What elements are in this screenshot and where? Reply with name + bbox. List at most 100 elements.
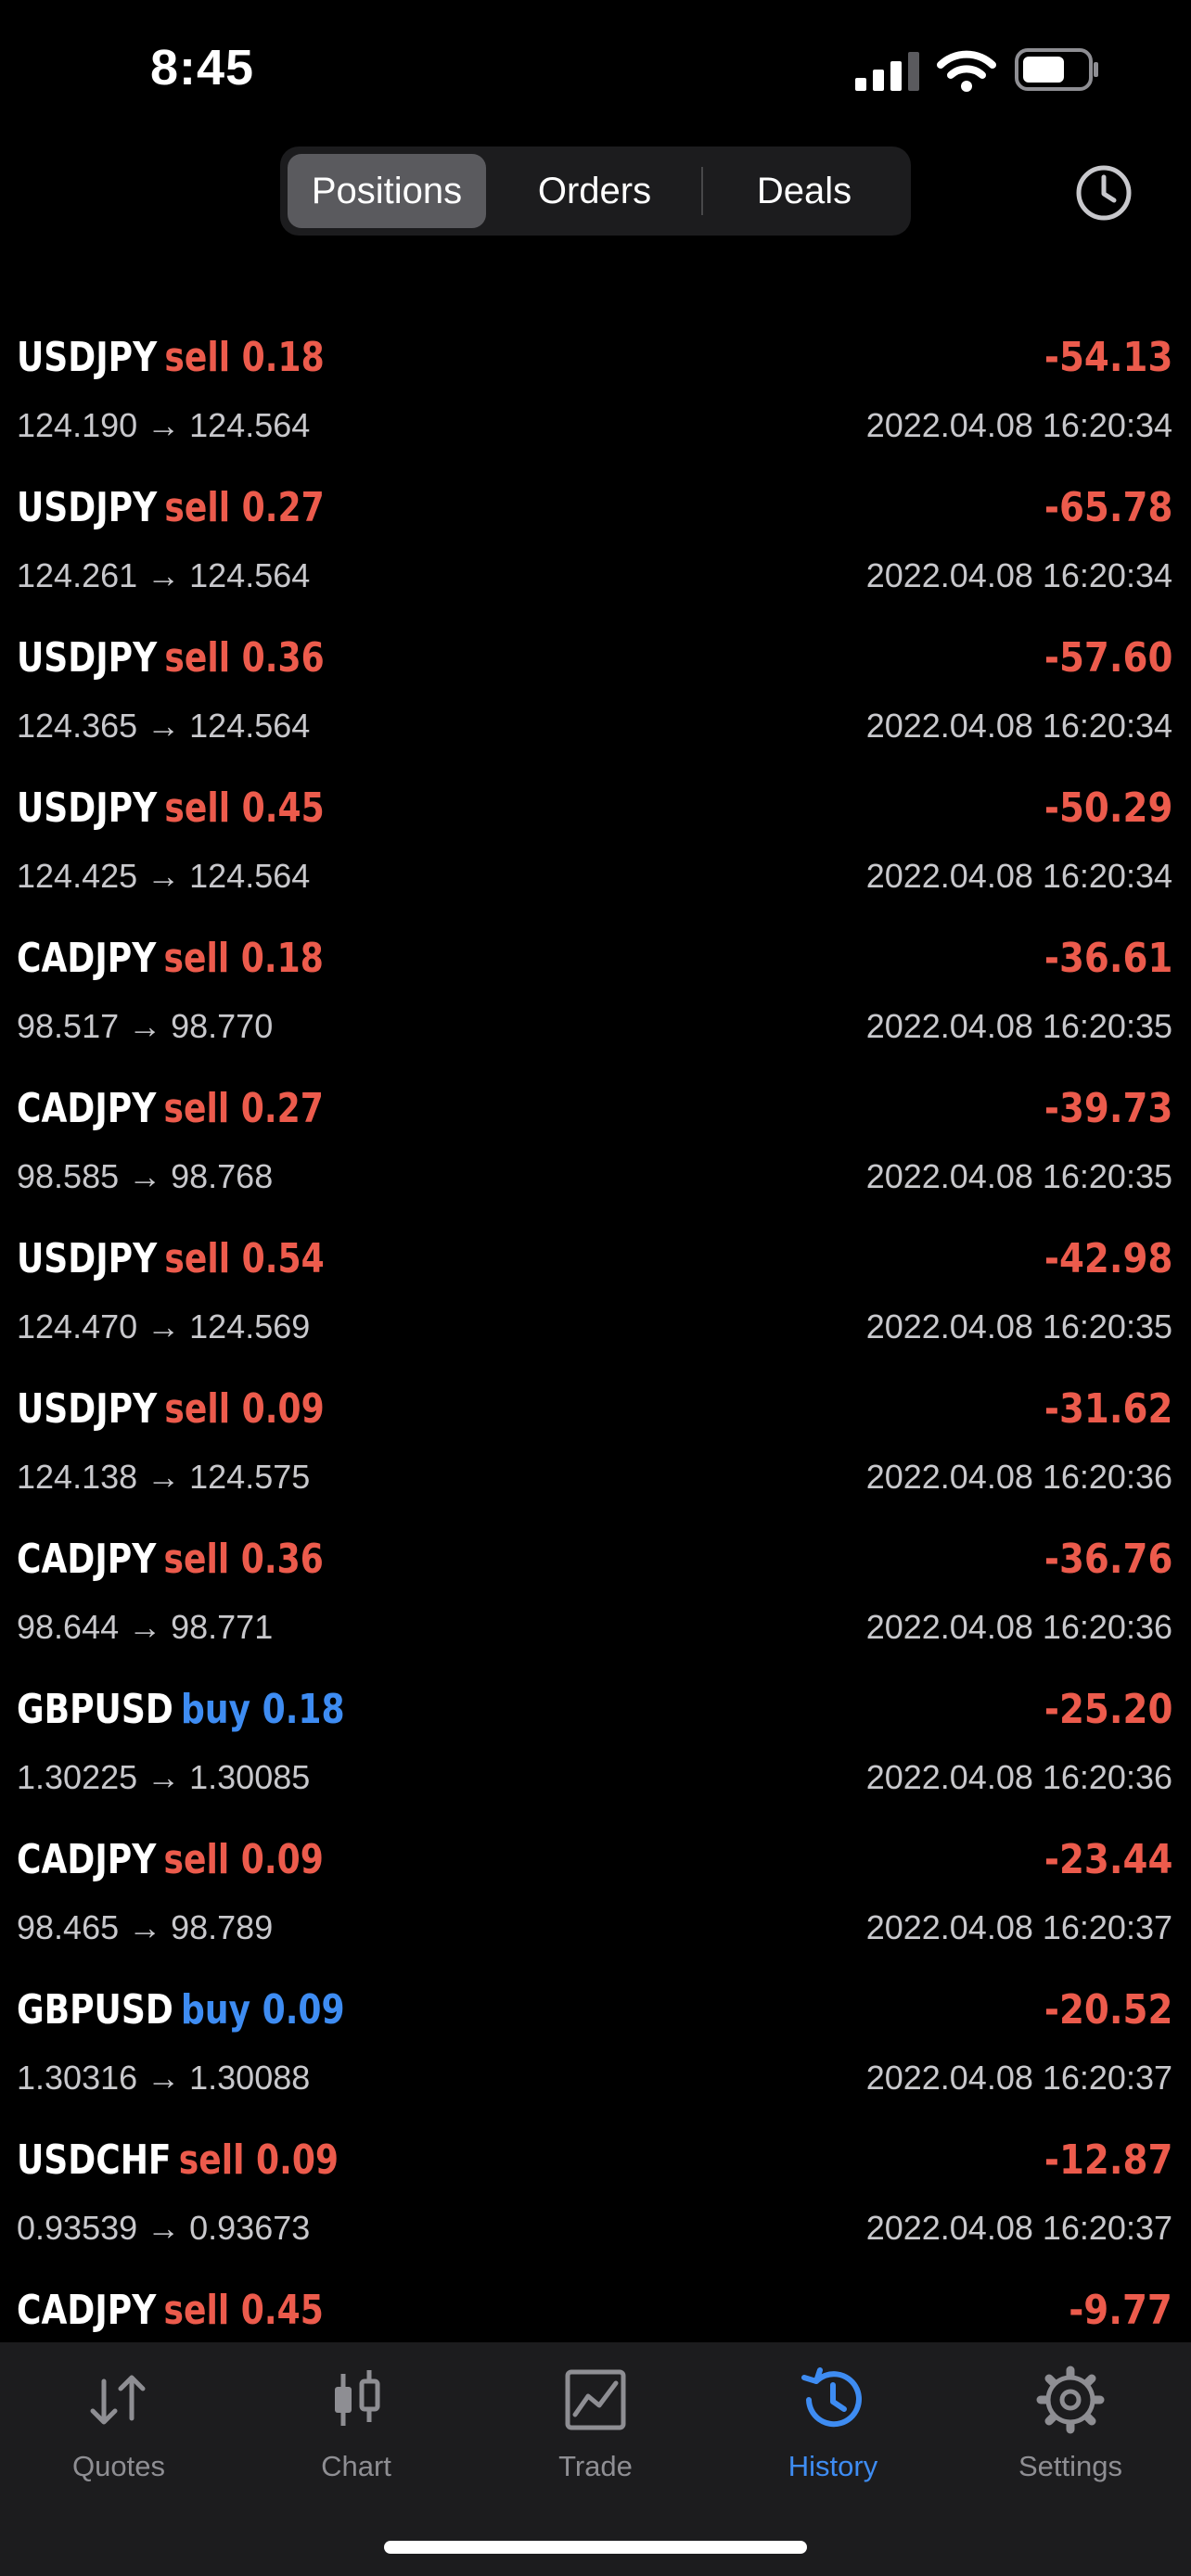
list-item[interactable]: GBPUSD buy 0.09 1.30316 → 1.30088 -20.52 202… bbox=[0, 1966, 1191, 2116]
profit: -25.20 bbox=[1044, 1686, 1172, 1733]
side: sell bbox=[164, 1385, 231, 1433]
clock-icon[interactable] bbox=[1074, 163, 1133, 223]
gear-icon bbox=[1036, 2366, 1105, 2434]
side: sell bbox=[164, 334, 231, 381]
profit: -42.98 bbox=[1044, 1235, 1172, 1282]
list-item[interactable]: USDCHF sell 0.09 0.93539 → 0.93673 -12.87 20… bbox=[0, 2116, 1191, 2266]
open-close-prices: 124.138 → 124.575 bbox=[17, 1458, 311, 1496]
timestamp: 2022.04.08 16:20:37 bbox=[865, 2059, 1172, 2097]
open-close-prices: 0.93539 → 0.93673 bbox=[17, 2209, 311, 2247]
volume: 0.27 bbox=[240, 1085, 324, 1132]
side: buy bbox=[180, 1986, 251, 2034]
tab-settings[interactable]: Settings bbox=[968, 2363, 1172, 2502]
battery-icon bbox=[1015, 48, 1098, 91]
side-label: sell 0.18 bbox=[164, 935, 324, 982]
tab-positions[interactable]: Positions bbox=[288, 154, 486, 228]
side: buy bbox=[180, 1686, 251, 1733]
list-item[interactable]: CADJPY sell 0.27 98.585 → 98.768 -39.73 2022… bbox=[0, 1065, 1191, 1215]
tab-history[interactable]: History bbox=[731, 2363, 935, 2502]
side-label: sell 0.36 bbox=[164, 1536, 324, 1583]
positions-list[interactable]: USDJPY sell 0.18 124.190 → 124.564 -54.13 20… bbox=[0, 237, 1191, 2342]
timestamp: 2022.04.08 16:20:35 bbox=[865, 1307, 1172, 1345]
timestamp: 2022.04.08 16:20:35 bbox=[865, 1007, 1172, 1045]
tab-label: Trade bbox=[558, 2450, 633, 2482]
list-item[interactable]: USDJPY sell 0.18 124.190 → 124.564 -54.13 20… bbox=[0, 313, 1191, 464]
symbol: CADJPY bbox=[17, 1836, 157, 1883]
home-indicator bbox=[384, 2541, 807, 2554]
side-label: sell 0.36 bbox=[164, 634, 324, 682]
side: sell bbox=[163, 1836, 230, 1883]
open-close-prices: 124.470 → 124.569 bbox=[17, 1307, 311, 1345]
profit: -54.13 bbox=[1044, 334, 1172, 381]
position-title: CADJPY sell 0.27 bbox=[17, 1085, 324, 1132]
profit: -36.61 bbox=[1044, 935, 1172, 982]
symbol: GBPUSD bbox=[17, 1686, 173, 1733]
symbol: USDJPY bbox=[17, 334, 158, 381]
timestamp: 2022.04.08 16:20:36 bbox=[865, 1608, 1172, 1646]
quotes-arrows-icon bbox=[90, 2375, 146, 2425]
tab-quotes[interactable]: Quotes bbox=[17, 2363, 221, 2502]
candlestick-icon bbox=[335, 2370, 380, 2426]
history-clock-icon bbox=[801, 2367, 862, 2428]
symbol: CADJPY bbox=[17, 2287, 157, 2334]
position-title: USDCHF sell 0.09 bbox=[17, 2136, 339, 2184]
side: sell bbox=[163, 2287, 230, 2334]
position-title: CADJPY sell 0.09 bbox=[17, 1836, 324, 1883]
position-title: CADJPY sell 0.18 bbox=[17, 935, 324, 982]
tab-trade[interactable]: Trade bbox=[493, 2363, 698, 2502]
list-item[interactable]: GBPUSD buy 0.18 1.30225 → 1.30085 -25.20 202… bbox=[0, 1665, 1191, 1816]
timestamp: 2022.04.08 16:20:35 bbox=[865, 1157, 1172, 1195]
profit: -65.78 bbox=[1044, 484, 1172, 531]
open-close-prices: 124.425 → 124.564 bbox=[17, 857, 311, 895]
list-item[interactable]: CADJPY sell 0.18 98.517 → 98.770 -36.61 2022… bbox=[0, 914, 1191, 1065]
timestamp: 2022.04.08 16:20:34 bbox=[865, 707, 1172, 745]
tab-deals[interactable]: Deals bbox=[705, 154, 903, 228]
list-item[interactable]: USDJPY sell 0.09 124.138 → 124.575 -31.62 20… bbox=[0, 1365, 1191, 1515]
list-item[interactable]: USDJPY sell 0.54 124.470 → 124.569 -42.98 20… bbox=[0, 1215, 1191, 1365]
side: sell bbox=[164, 1235, 231, 1282]
profit: -23.44 bbox=[1044, 1836, 1172, 1883]
side-label: buy 0.09 bbox=[181, 1986, 345, 2034]
open-close-prices: 1.30225 → 1.30085 bbox=[17, 1758, 311, 1796]
list-item[interactable]: CADJPY sell 0.36 98.644 → 98.771 -36.76 2022… bbox=[0, 1515, 1191, 1665]
list-item[interactable]: USDJPY sell 0.27 124.261 → 124.564 -65.78 20… bbox=[0, 464, 1191, 614]
side-label: sell 0.27 bbox=[164, 1085, 324, 1132]
volume: 0.09 bbox=[256, 2136, 339, 2184]
tab-chart[interactable]: Chart bbox=[254, 2363, 458, 2502]
open-close-prices: 98.585 → 98.768 bbox=[17, 1157, 274, 1195]
profit: -9.77 bbox=[1069, 2287, 1172, 2334]
position-title: CADJPY sell 0.36 bbox=[17, 1536, 324, 1583]
position-title: USDJPY sell 0.18 bbox=[17, 334, 325, 381]
tab-orders[interactable]: Orders bbox=[490, 154, 699, 228]
position-title: GBPUSD buy 0.18 bbox=[17, 1686, 345, 1733]
volume: 0.45 bbox=[241, 784, 325, 832]
profit: -39.73 bbox=[1044, 1085, 1172, 1132]
profit: -12.87 bbox=[1044, 2136, 1172, 2184]
volume: 0.36 bbox=[241, 634, 325, 682]
list-item[interactable]: CADJPY sell 0.45 -9.77 bbox=[0, 2266, 1191, 2342]
list-item-partial[interactable] bbox=[0, 237, 1191, 313]
timestamp: 2022.04.08 16:20:34 bbox=[865, 556, 1172, 594]
symbol: USDJPY bbox=[17, 1385, 158, 1433]
open-close-prices: 124.190 → 124.564 bbox=[17, 406, 311, 444]
open-close-prices: 98.465 → 98.789 bbox=[17, 1908, 274, 1946]
side: sell bbox=[163, 1536, 230, 1583]
tab-label: History bbox=[788, 2450, 878, 2482]
side-label: sell 0.18 bbox=[164, 334, 324, 381]
wifi-icon bbox=[937, 50, 996, 92]
side-label: sell 0.54 bbox=[164, 1235, 324, 1282]
position-title: USDJPY sell 0.09 bbox=[17, 1385, 325, 1433]
list-item[interactable]: CADJPY sell 0.09 98.465 → 98.789 -23.44 2022… bbox=[0, 1816, 1191, 1966]
cellular-signal-icon bbox=[855, 52, 919, 91]
timestamp: 2022.04.08 16:20:36 bbox=[865, 1758, 1172, 1796]
tab-label: Chart bbox=[321, 2450, 391, 2482]
symbol: USDCHF bbox=[17, 2136, 172, 2184]
symbol: USDJPY bbox=[17, 784, 158, 832]
position-title: CADJPY sell 0.45 bbox=[17, 2287, 324, 2334]
volume: 0.18 bbox=[262, 1686, 345, 1733]
list-item[interactable]: USDJPY sell 0.45 124.425 → 124.564 -50.29 20… bbox=[0, 764, 1191, 914]
list-item[interactable]: USDJPY sell 0.36 124.365 → 124.564 -57.60 20… bbox=[0, 614, 1191, 764]
symbol: USDJPY bbox=[17, 484, 158, 531]
volume: 0.54 bbox=[241, 1235, 325, 1282]
symbol: CADJPY bbox=[17, 935, 157, 982]
